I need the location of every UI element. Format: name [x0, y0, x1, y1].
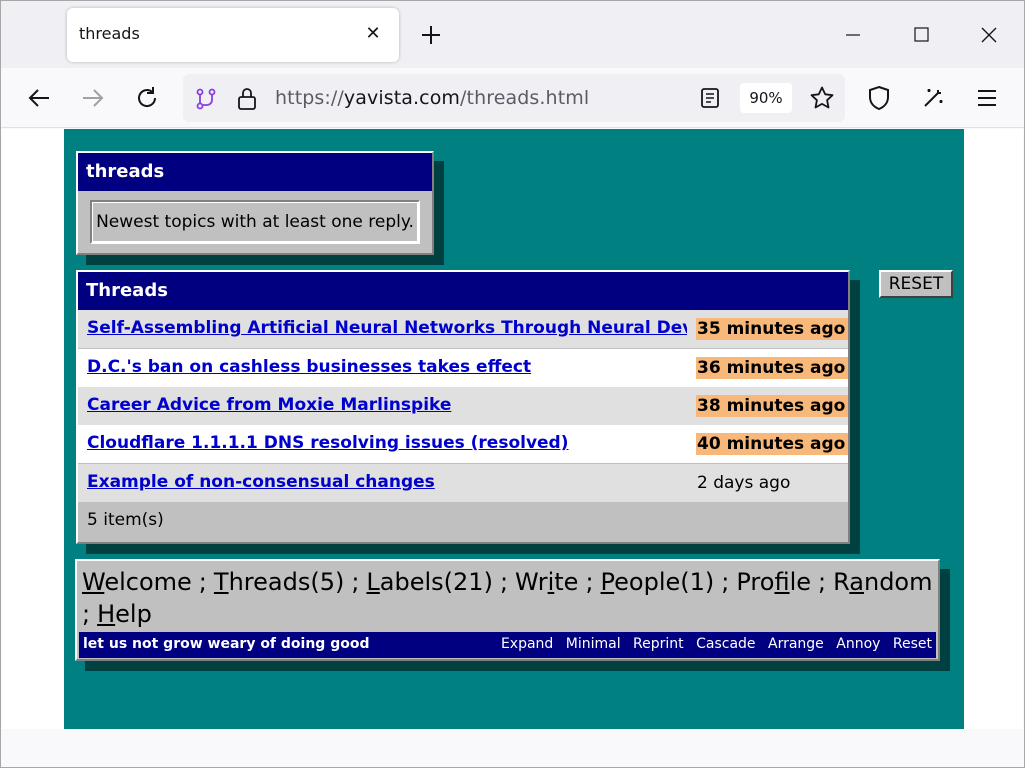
shield-icon[interactable] — [863, 82, 895, 114]
footer-link-arrange[interactable]: Arrange — [768, 636, 824, 652]
thread-link[interactable]: Cloudflare 1.1.1.1 DNS resolving issues … — [87, 433, 687, 453]
close-window-icon[interactable] — [969, 19, 1009, 51]
threads-window-title: Threads — [78, 272, 848, 310]
url-bar[interactable]: https://yavista.com/threads.html 90% — [183, 74, 845, 122]
menu-write[interactable]: Write — [515, 568, 578, 596]
info-window-title: threads — [78, 153, 432, 191]
thread-link[interactable]: D.C.'s ban on cashless businesses takes … — [87, 357, 687, 377]
thread-row: Example of non-consensual changes 2 days… — [78, 464, 848, 502]
tab-title: threads — [79, 24, 140, 43]
reset-button[interactable]: RESET — [879, 270, 953, 298]
threads-window: Threads Self-Assembling Artificial Neura… — [76, 270, 850, 544]
thread-link[interactable]: Self-Assembling Artificial Neural Networ… — [87, 318, 687, 338]
thread-age: 2 days ago — [697, 473, 791, 493]
tab-threads[interactable]: threads ✕ — [67, 8, 399, 62]
tracking-protection-icon[interactable] — [193, 86, 219, 116]
footer-link-reset[interactable]: Reset — [893, 636, 932, 652]
thread-age: 38 minutes ago — [696, 395, 849, 417]
thread-age: 35 minutes ago — [696, 318, 849, 340]
back-icon[interactable] — [23, 82, 55, 114]
info-window: threads Newest topics with at least one … — [76, 151, 434, 255]
navigation-bar: https://yavista.com/threads.html 90% — [1, 68, 1024, 128]
tab-close-icon[interactable]: ✕ — [361, 22, 385, 46]
thread-link[interactable]: Career Advice from Moxie Marlinspike — [87, 395, 687, 415]
menu-labels[interactable]: Labels(21) — [366, 568, 493, 596]
zoom-level[interactable]: 90% — [740, 83, 792, 113]
info-description-box: Newest topics with at least one reply. — [90, 200, 420, 244]
thread-age: 36 minutes ago — [696, 357, 849, 379]
item-count: 5 item(s) — [87, 510, 164, 530]
thread-row: D.C.'s ban on cashless businesses takes … — [78, 349, 849, 387]
menu-profile[interactable]: Profile — [736, 568, 811, 596]
page-viewport: threads Newest topics with at least one … — [2, 129, 1023, 729]
menu-help[interactable]: Help — [97, 600, 152, 628]
footer-link-expand[interactable]: Expand — [501, 636, 553, 652]
footer-link-reprint[interactable]: Reprint — [633, 636, 684, 652]
new-tab-icon[interactable] — [417, 21, 445, 49]
maximize-icon[interactable] — [901, 19, 941, 51]
menu-welcome[interactable]: Welcome — [82, 568, 192, 596]
footer-link-minimal[interactable]: Minimal — [566, 636, 621, 652]
page-background: threads Newest topics with at least one … — [64, 129, 964, 729]
main-menu: Welcome; Threads(5); Labels(21); Write; Peop… — [82, 568, 933, 628]
menu-people[interactable]: People(1) — [601, 568, 715, 596]
footer-link-cascade[interactable]: Cascade — [696, 636, 755, 652]
thread-link[interactable]: Example of non-consensual changes — [87, 472, 687, 492]
reader-view-icon[interactable] — [699, 87, 721, 113]
footer-links: Expand Minimal Reprint Cascade Arrange A… — [493, 636, 932, 652]
thread-row: Career Advice from Moxie Marlinspike 38 … — [78, 387, 849, 425]
menu-threads[interactable]: Threads(5) — [214, 568, 344, 596]
footer-link-annoy[interactable]: Annoy — [836, 636, 880, 652]
url-text[interactable]: https://yavista.com/threads.html — [275, 87, 589, 109]
thread-row: Cloudflare 1.1.1.1 DNS resolving issues … — [78, 425, 849, 463]
forward-icon[interactable] — [77, 82, 109, 114]
thread-age: 40 minutes ago — [696, 433, 849, 455]
bookmark-star-icon[interactable] — [809, 85, 835, 115]
lock-icon[interactable] — [235, 86, 259, 116]
tab-strip: threads ✕ — [1, 1, 1024, 68]
browser-window: threads ✕ https://yavista.com/threads.ht… — [0, 0, 1025, 768]
footer-bar: let us not grow weary of doing good Expa… — [79, 632, 936, 658]
reload-icon[interactable] — [131, 82, 163, 114]
minimize-icon[interactable] — [833, 19, 873, 51]
menu-icon[interactable] — [971, 82, 1003, 114]
motto: let us not grow weary of doing good — [83, 636, 370, 652]
thread-row: Self-Assembling Artificial Neural Networ… — [78, 310, 849, 348]
menu-random[interactable]: Random — [833, 568, 932, 596]
menu-window: Welcome; Threads(5); Labels(21); Write; Peop… — [75, 559, 940, 661]
extensions-icon[interactable] — [917, 82, 949, 114]
info-description: Newest topics with at least one reply. — [92, 202, 418, 242]
